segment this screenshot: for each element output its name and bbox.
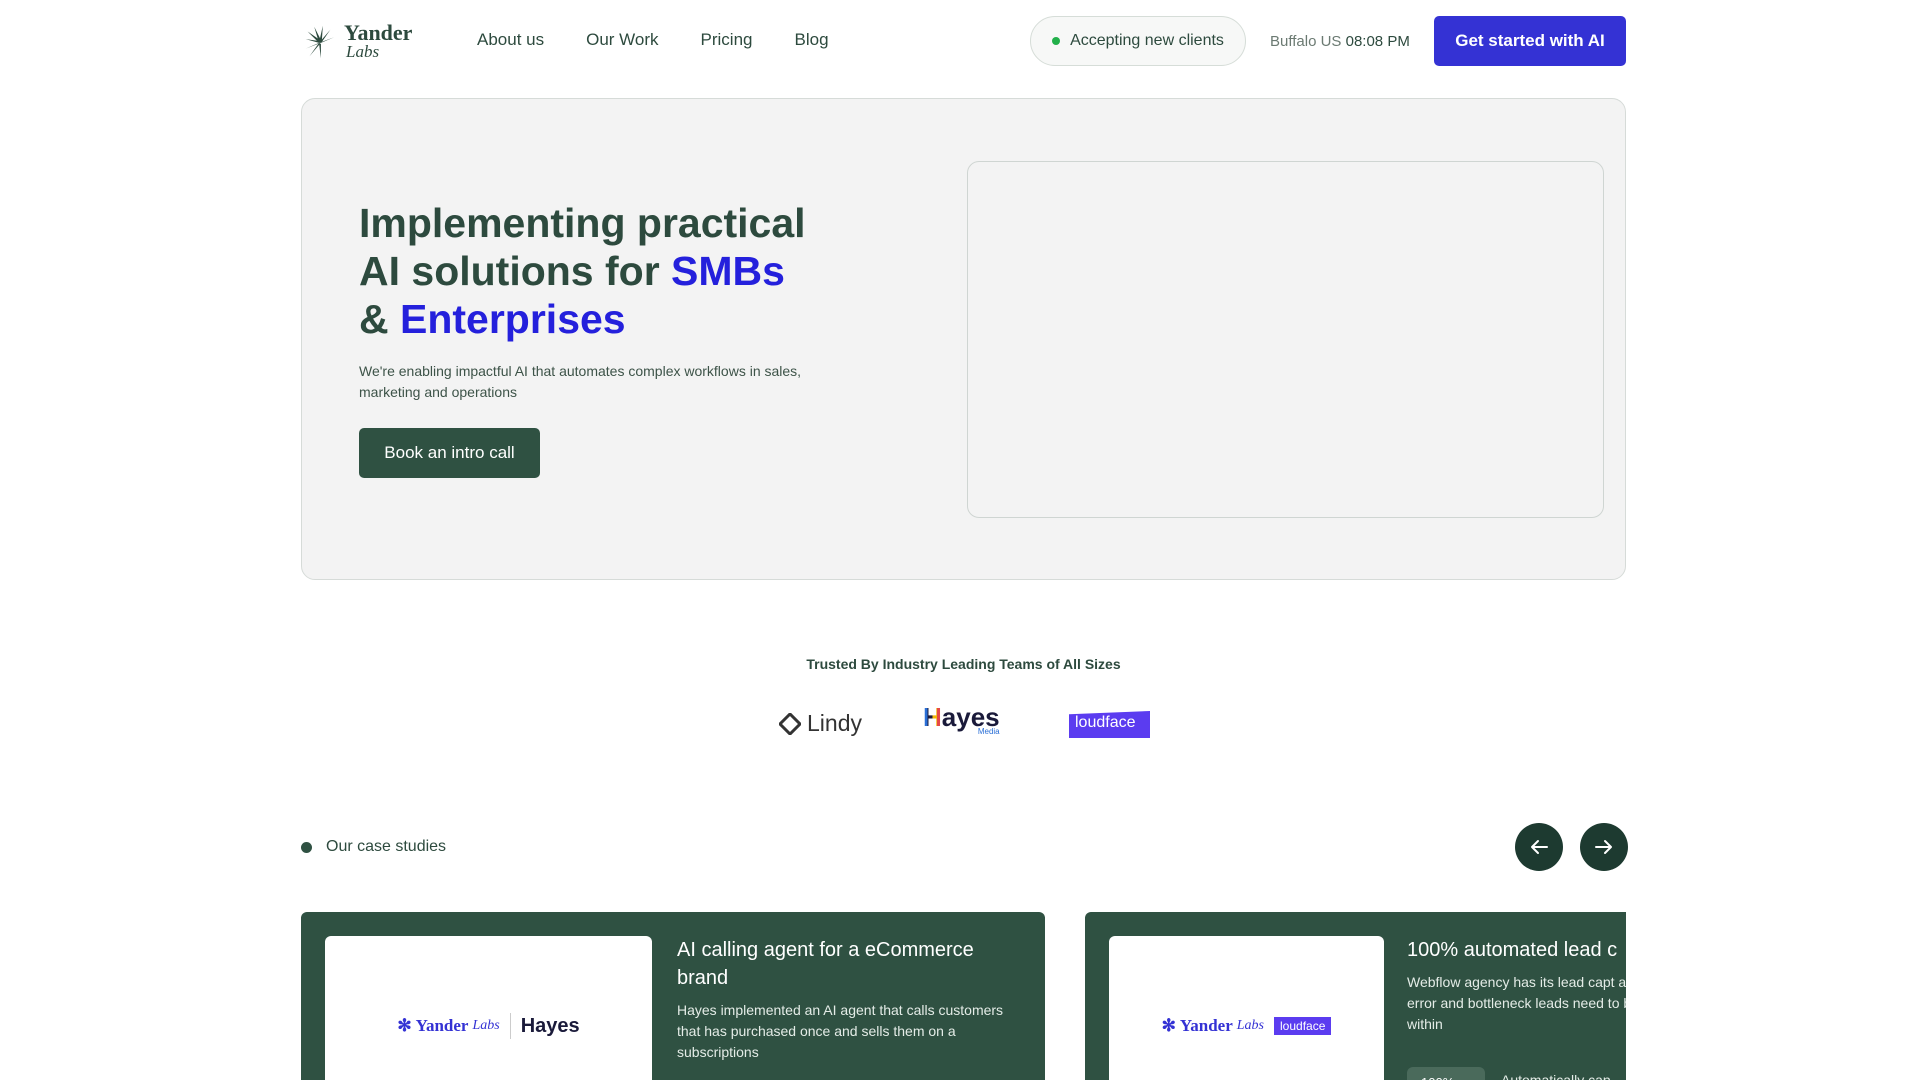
book-intro-call-button[interactable]: Book an intro call (359, 428, 540, 478)
nav-blog[interactable]: Blog (795, 30, 829, 50)
case-studies-label: Our case studies (301, 838, 446, 856)
hero-title-line2a: AI solutions for (359, 248, 672, 294)
case-studies-text: Our case studies (326, 838, 447, 855)
yander-labs-mini-logo: ✻ Yander Labs (397, 1016, 499, 1036)
flower-icon: ✻ (397, 1016, 412, 1035)
nav-links: About us Our Work Pricing Blog (477, 30, 829, 50)
location-city: Buffalo US (1270, 33, 1342, 50)
yander-labs-logo[interactable]: Yander Labs (300, 22, 412, 60)
hero-title: Implementing practical AI solutions for … (359, 199, 859, 343)
case-study-thumbnail: ✻ Yander Labs Hayes (325, 936, 652, 1080)
case-study-thumbnail: ✻ Yander Labs loudface (1109, 936, 1384, 1080)
hero-title-enterprises: Enterprises (400, 296, 626, 342)
thumb-brand-name: Yander (415, 1016, 469, 1035)
get-started-button[interactable]: Get started with AI (1434, 16, 1626, 66)
hayes-h: H (923, 702, 942, 732)
case-studies-carousel: ✻ Yander Labs Hayes AI calling agent for… (301, 912, 1626, 1080)
diamond-icon (779, 712, 801, 735)
case-study-description: Webflow agency has its lead capt avoid h… (1407, 974, 1626, 1032)
top-navigation: Yander Labs About us Our Work Pricing Bl… (0, 0, 1920, 82)
status-dot-icon (1052, 37, 1061, 45)
lindy-text: Lindy (807, 710, 862, 736)
nav-pricing[interactable]: Pricing (701, 30, 753, 50)
hayes-mini-logo: Hayes (520, 1014, 580, 1037)
stat-chip: 100% (1407, 1067, 1485, 1080)
next-arrow-button[interactable] (1580, 823, 1628, 871)
arrow-left-icon (1531, 840, 1548, 854)
stat-chip-label: Automatically cap (1501, 1072, 1611, 1080)
nav-our-work[interactable]: Our Work (586, 30, 658, 50)
flower-icon: ✻ (1161, 1016, 1176, 1035)
thumb-brand-name: Yander (1179, 1016, 1233, 1035)
brand-sub: Labs (346, 42, 380, 61)
bullet-dot-icon (301, 841, 312, 853)
hero-section: Implementing practical AI solutions for … (301, 98, 1626, 580)
loudface-logo: loudface (1069, 711, 1150, 738)
previous-arrow-button[interactable] (1515, 823, 1563, 871)
leaf-burst-icon (305, 25, 335, 59)
location-clock: Buffalo US 08:08 PM (1270, 33, 1410, 50)
brand-name: Yander (344, 20, 413, 45)
case-study-card[interactable]: ✻ Yander Labs loudface 100% automated le… (1085, 912, 1626, 1080)
thumb-brand-sub: Labs (472, 1018, 500, 1033)
case-study-card[interactable]: ✻ Yander Labs Hayes AI calling agent for… (301, 912, 1045, 1080)
hero-title-smbs: SMBs (671, 248, 785, 294)
hero-media-placeholder (967, 161, 1604, 518)
arrow-right-icon (1595, 840, 1612, 854)
hero-subtitle: We're enabling impactful AI that automat… (359, 363, 802, 400)
yander-labs-mini-logo: ✻ Yander Labs (1162, 1016, 1264, 1036)
availability-badge: Accepting new clients (1030, 16, 1246, 66)
case-study-description: Hayes implemented an AI agent that calls… (677, 1002, 1004, 1060)
hero-title-line1: Implementing practical (359, 200, 806, 246)
hero-title-line3a: & (359, 296, 400, 342)
hayes-media-logo: Hayes Media (923, 704, 1000, 736)
thumb-brand-sub: Labs (1236, 1018, 1264, 1033)
lindy-logo: Lindy (779, 710, 862, 737)
case-study-title: 100% automated lead c (1407, 939, 1618, 961)
nav-about-us[interactable]: About us (477, 30, 544, 50)
local-time: 08:08 PM (1345, 33, 1410, 50)
availability-text: Accepting new clients (1070, 32, 1224, 49)
trusted-by-heading: Trusted By Industry Leading Teams of All… (806, 656, 1121, 672)
thumb-divider (509, 1013, 511, 1039)
loudface-mini-logo: loudface (1274, 1017, 1332, 1035)
case-study-title: AI calling agent for a eCommerce brand (677, 939, 974, 989)
